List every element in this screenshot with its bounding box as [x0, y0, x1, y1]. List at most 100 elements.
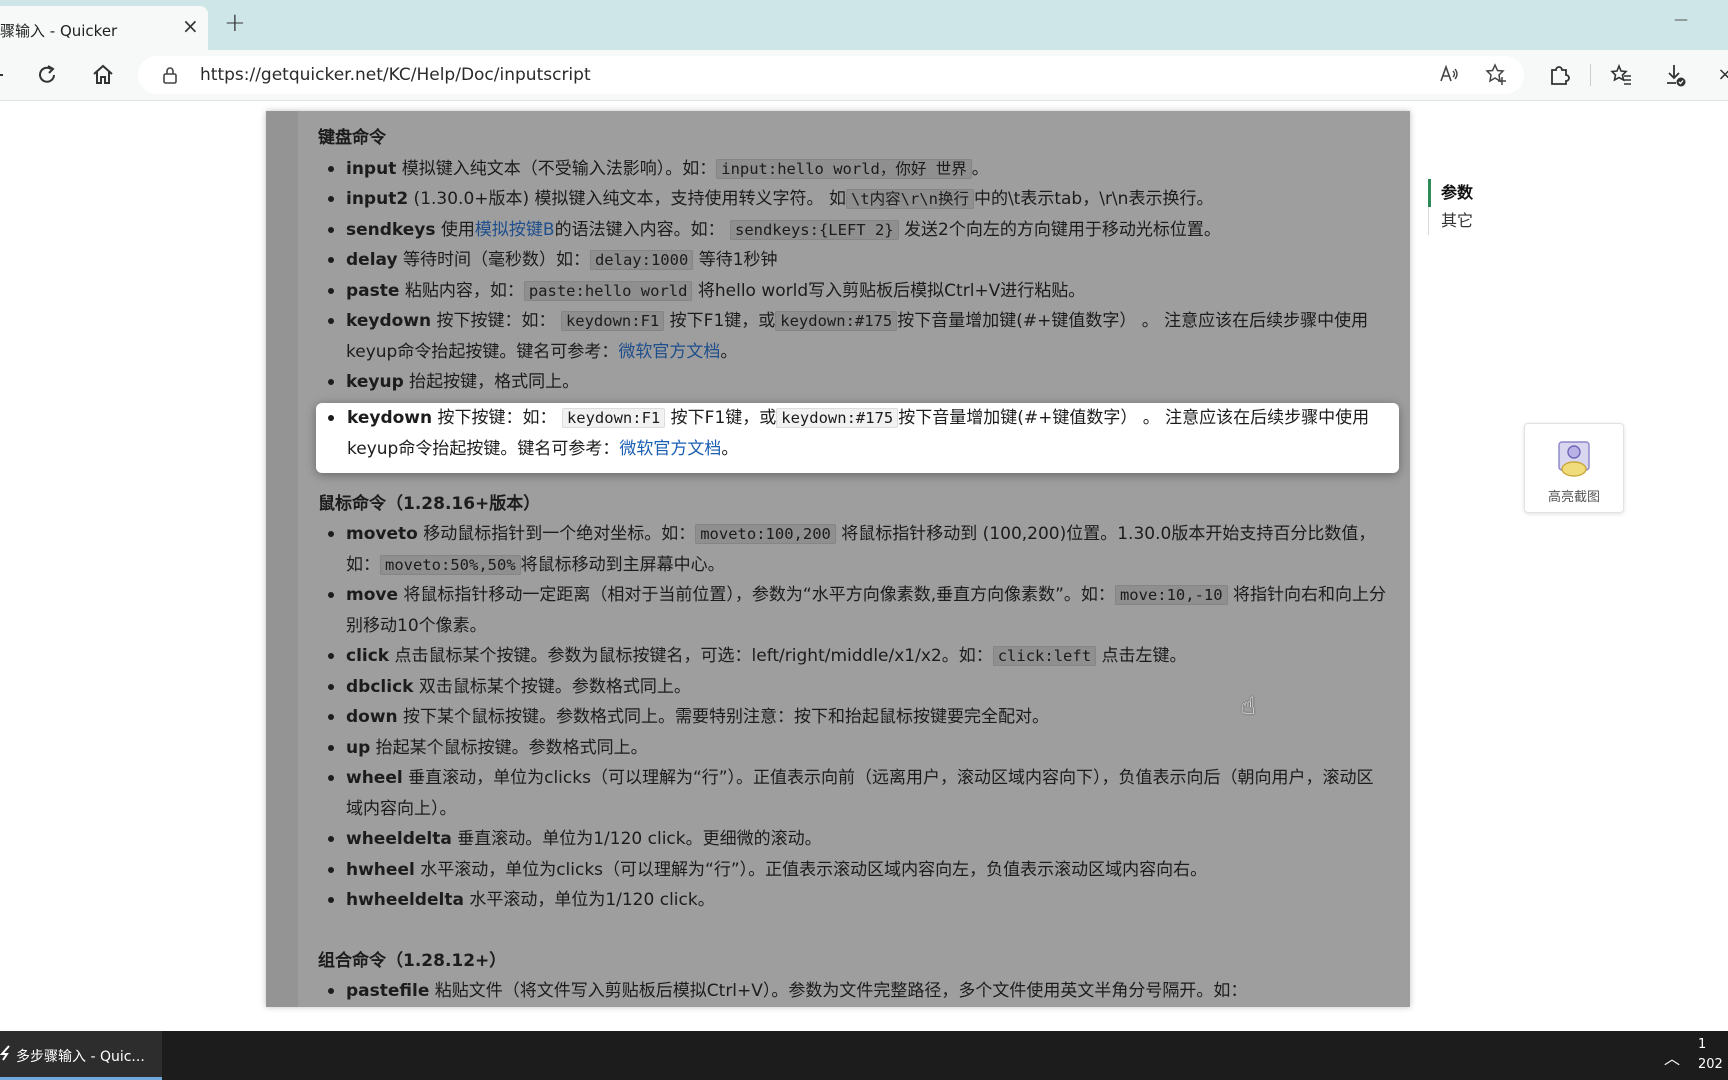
command-description: 使用 — [435, 219, 475, 240]
taskbar-clock[interactable]: 1 202 — [1698, 1035, 1723, 1075]
refresh-icon[interactable] — [34, 62, 60, 88]
section-heading-combo: 组合命令（1.28.12+） — [318, 950, 507, 971]
mouse-command-list: moveto 移动鼠标指针到一个绝对坐标。如： moveto:100,200 将鼠… — [318, 519, 1390, 916]
code-example: input:hello world，你好 世界 — [716, 158, 972, 179]
command-item-input: input 模拟键入纯文本（不受输入法影响）。如： input:hello wor… — [318, 154, 1390, 185]
command-description: 等待时间（毫秒数）如： — [397, 250, 590, 270]
code-example: keydown:#175 — [776, 408, 899, 428]
command-item-hwheel: hwheel 水平滚动，单位为clicks（可以理解为“行”）。正值表示滚动区域… — [318, 855, 1390, 886]
code-example: click:left — [992, 646, 1097, 666]
code-example: moveto:50%,50% — [380, 554, 521, 575]
doc-article: 键盘命令 input 模拟键入纯文本（不受输入法影响）。如： input:hell… — [266, 111, 1410, 1007]
command-description: 抬起某个鼠标按键。参数格式同上。 — [370, 737, 648, 758]
command-item-sendkeys: sendkeys 使用模拟按键B的语法键入内容。如： sendkeys:{LEF… — [318, 215, 1390, 246]
quicker-app-icon — [0, 1045, 12, 1065]
more-menu-icon[interactable]: × — [1712, 62, 1728, 88]
command-description: 模拟键入纯文本（不受输入法影响）。如： — [396, 158, 717, 179]
command-description: 的语法键入内容。如： — [554, 219, 730, 240]
home-icon[interactable] — [90, 62, 116, 88]
command-item-move: move 将鼠标指针移动一定距离（相对于当前位置），参数为“水平方向像素数,垂直… — [318, 580, 1390, 641]
address-bar[interactable]: https://getquicker.net/KC/Help/Doc/input… — [138, 56, 1524, 94]
command-keyword: moveto — [346, 524, 418, 544]
read-aloud-icon[interactable] — [1438, 63, 1460, 90]
highlight-screenshot-widget[interactable]: 高亮截图 — [1524, 423, 1624, 513]
widget-label: 高亮截图 — [1547, 490, 1600, 505]
command-description: 移动鼠标指针到一个绝对坐标。如： — [417, 524, 696, 544]
command-description: 将hello world写入剪贴板后模拟Ctrl+V进行粘贴。 — [692, 280, 1086, 301]
user-avatar-icon — [1556, 438, 1592, 482]
url-text[interactable]: https://getquicker.net/KC/Help/Doc/input… — [200, 65, 591, 85]
browser-toolbar: https://getquicker.net/KC/Help/Doc/input… — [0, 50, 1728, 101]
command-keyword: click — [346, 646, 390, 666]
command-description: 垂直滚动。单位为1/120 click。更细微的滚动。 — [451, 829, 822, 849]
command-description: 按下按键：如： — [432, 408, 562, 428]
command-description: 按下F1键，或 — [664, 311, 776, 331]
combo-command-list: pastefile 粘贴文件（将文件写入剪贴板后模拟Ctrl+V）。参数为文件完… — [318, 976, 1390, 1007]
command-item-moveto: moveto 移动鼠标指针到一个绝对坐标。如： moveto:100,200 将鼠… — [318, 519, 1390, 580]
command-item-down: down 按下某个鼠标按键。参数格式同上。需要特别注意：按下和抬起鼠标按键要完全… — [318, 702, 1390, 733]
lock-icon[interactable] — [162, 66, 178, 88]
favorites-icon[interactable] — [1608, 62, 1634, 88]
command-keyword: keydown — [346, 311, 432, 331]
doc-content: 键盘命令 input 模拟键入纯文本（不受输入法影响）。如： input:hell… — [318, 123, 1390, 1007]
close-tab-icon[interactable]: × — [182, 16, 199, 36]
command-item-paste: paste 粘贴内容，如： paste:hello world 将hello wo… — [318, 276, 1390, 307]
command-item-up: up 抬起某个鼠标按键。参数格式同上。 — [318, 733, 1390, 764]
code-example: keydown:F1 — [560, 311, 665, 331]
command-keyword: pastefile — [346, 981, 430, 1001]
command-keyword: up — [346, 737, 371, 758]
toc-item-params[interactable]: 参数 — [1441, 179, 1473, 207]
command-description: 抬起按键，格式同上。 — [403, 372, 580, 392]
command-description: 按下某个鼠标按键。参数格式同上。需要特别注意：按下和抬起鼠标按键要完全配对。 — [397, 707, 1050, 727]
command-item-keydown: keydown 按下按键：如： keydown:F1 按下F1键，或 keydow… — [318, 306, 1390, 367]
code-example: move:10,-10 — [1114, 585, 1228, 605]
command-description: 。 — [971, 158, 989, 179]
toc-rail: 其它 — [1428, 207, 1473, 235]
downloads-icon[interactable] — [1662, 62, 1688, 88]
command-description: 。 — [720, 341, 738, 362]
back-icon[interactable] — [0, 62, 12, 88]
command-keyword: wheeldelta — [346, 829, 452, 849]
command-description: 粘贴内容，如： — [399, 280, 524, 301]
taskbar-app-label: 多步骤输入 - Quic... — [16, 1049, 145, 1065]
command-item-wheeldelta: wheeldelta 垂直滚动。单位为1/120 click。更细微的滚动。 — [318, 824, 1390, 855]
tab-title: 骤输入 - Quicker — [0, 22, 118, 40]
extensions-icon[interactable] — [1546, 62, 1572, 88]
code-example: delay:1000 — [589, 250, 694, 270]
code-example: sendkeys:{LEFT 2} — [729, 219, 899, 240]
taskbar: 多步骤输入 - Quic... ︿ 1 202 — [0, 1031, 1728, 1080]
new-tab-icon[interactable]: + — [224, 10, 246, 36]
code-example: keydown:#175 — [775, 311, 898, 331]
command-description: 发送2个向左的方向键用于移动光标位置。 — [898, 219, 1221, 240]
toc-item-other[interactable]: 其它 — [1429, 207, 1473, 235]
add-favorite-icon[interactable] — [1484, 62, 1508, 91]
command-keyword: input2 — [346, 189, 409, 209]
tab-strip: 骤输入 - Quicker × + — — [0, 0, 1728, 50]
tray-chevron-up-icon[interactable]: ︿ — [1664, 1045, 1680, 1069]
taskbar-app-quicker[interactable]: 多步骤输入 - Quic... — [0, 1031, 162, 1080]
command-item-hwheeldelta: hwheeldelta 水平滚动，单位为1/120 click。 — [318, 885, 1390, 916]
browser-tab[interactable]: 骤输入 - Quicker × — [0, 6, 208, 50]
command-keyword: wheel — [346, 768, 403, 788]
doc-link[interactable]: 微软官方文档 — [618, 342, 720, 362]
doc-link[interactable]: 微软官方文档 — [619, 439, 721, 459]
article-left-rail — [266, 111, 298, 1007]
command-keyword: dbclick — [346, 676, 414, 697]
web-page: 键盘命令 input 模拟键入纯文本（不受输入法影响）。如： input:hell… — [0, 101, 1728, 1031]
command-keyword: keydown — [347, 408, 433, 428]
command-item-delay: delay 等待时间（毫秒数）如： delay:1000 等待1秒钟 — [318, 245, 1390, 276]
doc-link[interactable]: 模拟按键B — [475, 220, 555, 240]
command-description: 水平滚动，单位为clicks（可以理解为“行”）。正值表示滚动区域内容向左，负值… — [414, 859, 1208, 880]
hand-cursor-icon: ☝ — [1241, 692, 1256, 720]
command-keyword: paste — [346, 280, 400, 301]
command-keyword: input — [346, 158, 397, 179]
command-keyword: sendkeys — [346, 219, 436, 240]
table-of-contents: 参数 — [1428, 179, 1473, 207]
command-description: 。 — [721, 438, 739, 459]
section-heading-mouse: 鼠标命令（1.28.16+版本） — [318, 493, 541, 514]
command-description: 双击鼠标某个按键。参数格式同上。 — [413, 676, 691, 697]
command-description: 点击鼠标某个按键。参数为鼠标按键名，可选：left/right/middle/x… — [389, 646, 993, 666]
command-keyword: delay — [346, 250, 398, 270]
clock-time: 1 — [1698, 1037, 1707, 1052]
minimize-icon[interactable]: — — [1674, 12, 1688, 28]
